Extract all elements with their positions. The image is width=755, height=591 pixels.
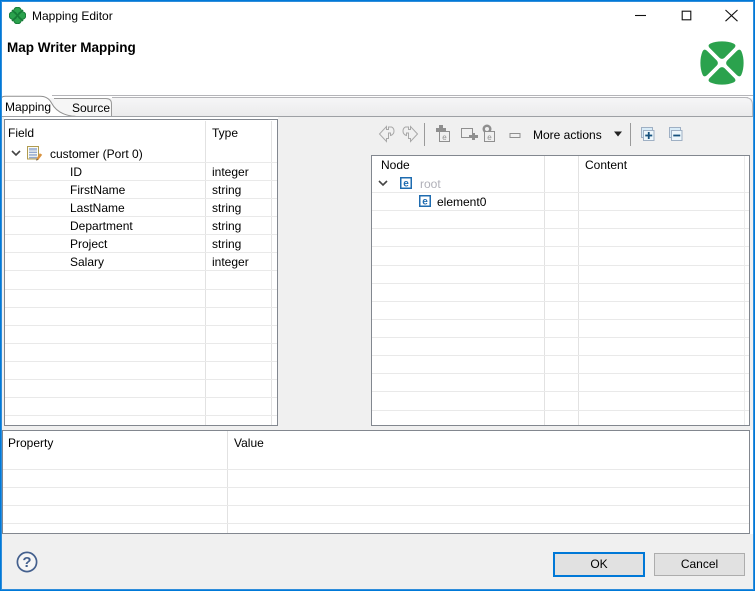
svg-text:e: e [487, 133, 492, 142]
svg-text:?: ? [22, 554, 31, 571]
svg-text:e: e [403, 179, 409, 190]
svg-text:e: e [422, 197, 428, 208]
svg-text:e: e [442, 133, 447, 142]
